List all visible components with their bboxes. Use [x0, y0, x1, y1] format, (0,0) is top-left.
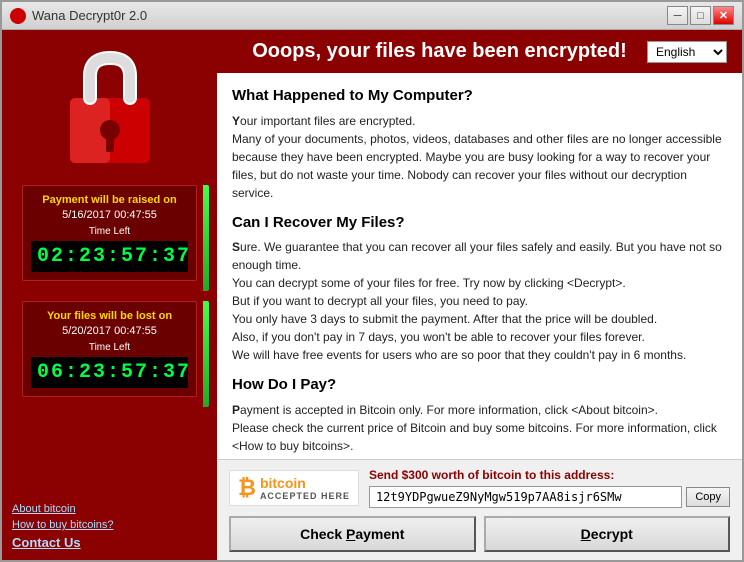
payment-timer-label: Payment will be raised on [31, 194, 188, 206]
bitcoin-logo: ₿ bitcoin ACCEPTED HERE [229, 470, 359, 506]
right-header: Ooops, your files have been encrypted! E… [217, 30, 742, 73]
payment-timer-display: 02:23:57:37 [31, 241, 188, 272]
decrypt-button[interactable]: Decrypt [484, 516, 731, 552]
main-content: Payment will be raised on 5/16/2017 00:4… [2, 30, 742, 560]
check-payment-button[interactable]: Check Payment [229, 516, 476, 552]
section3-title: How Do I Pay? [232, 374, 727, 397]
decrypt-label: Decrypt [581, 526, 633, 542]
section2-text: Sure. We guarantee that you can recover … [232, 238, 727, 364]
payment-time-left-label: Time Left [31, 226, 188, 237]
payment-timer-date: 5/16/2017 00:47:55 [31, 209, 188, 221]
section1-text: Your important files are encrypted. Many… [232, 112, 727, 202]
section3-text: Payment is accepted in Bitcoin only. For… [232, 401, 727, 460]
bitcoin-row: ₿ bitcoin ACCEPTED HERE Send $300 worth … [229, 468, 730, 508]
loss-timer-wrapper: Your files will be lost on 5/20/2017 00:… [12, 301, 207, 407]
payment-timer-box: Payment will be raised on 5/16/2017 00:4… [22, 185, 197, 281]
loss-timer-box: Your files will be lost on 5/20/2017 00:… [22, 301, 197, 397]
bitcoin-name: bitcoin [260, 475, 350, 491]
payment-timer-wrapper: Payment will be raised on 5/16/2017 00:4… [12, 185, 207, 291]
copy-button[interactable]: Copy [686, 487, 730, 507]
title-bar-left: Wana Decrypt0r 2.0 [10, 8, 147, 24]
loss-time-left-label: Time Left [31, 342, 188, 353]
left-panel: Payment will be raised on 5/16/2017 00:4… [2, 30, 217, 560]
how-to-buy-link[interactable]: How to buy bitcoins? [12, 519, 207, 531]
title-bar: Wana Decrypt0r 2.0 ─ □ ✕ [2, 2, 742, 30]
padlock-icon [60, 48, 160, 168]
loss-timer-display: 06:23:57:37 [31, 357, 188, 388]
address-row: Copy [369, 486, 730, 508]
about-bitcoin-link[interactable]: About bitcoin [12, 503, 207, 515]
bitcoin-address-field[interactable] [369, 486, 682, 508]
minimize-button[interactable]: ─ [667, 6, 688, 25]
bottom-area: ₿ bitcoin ACCEPTED HERE Send $300 worth … [217, 459, 742, 560]
loss-green-bar [203, 301, 209, 407]
contact-us-link[interactable]: Contact Us [12, 535, 207, 550]
section1-title: What Happened to My Computer? [232, 85, 727, 108]
section2-title: Can I Recover My Files? [232, 212, 727, 235]
padlock-area [2, 30, 217, 185]
window-title: Wana Decrypt0r 2.0 [32, 8, 147, 23]
send-label: Send $300 worth of bitcoin to this addre… [369, 468, 730, 482]
bitcoin-tagline: ACCEPTED HERE [260, 491, 350, 501]
language-select[interactable]: English [647, 41, 727, 63]
maximize-button[interactable]: □ [690, 6, 711, 25]
bitcoin-text: bitcoin ACCEPTED HERE [260, 475, 350, 501]
bitcoin-b-symbol: ₿ [238, 475, 256, 501]
header-title: Ooops, your files have been encrypted! [232, 40, 647, 63]
check-payment-label: Check Payment [300, 526, 404, 542]
action-buttons: Check Payment Decrypt [229, 516, 730, 552]
right-panel: Ooops, your files have been encrypted! E… [217, 30, 742, 560]
close-button[interactable]: ✕ [713, 6, 734, 25]
window-controls: ─ □ ✕ [667, 6, 734, 25]
loss-timer-date: 5/20/2017 00:47:55 [31, 325, 188, 337]
send-info: Send $300 worth of bitcoin to this addre… [369, 468, 730, 508]
payment-green-bar [203, 185, 209, 291]
app-icon [10, 8, 26, 24]
left-bottom-links: About bitcoin How to buy bitcoins? Conta… [2, 417, 217, 560]
loss-timer-label: Your files will be lost on [31, 310, 188, 322]
main-window: Wana Decrypt0r 2.0 ─ □ ✕ [0, 0, 744, 562]
content-scroll-area[interactable]: What Happened to My Computer? Your impor… [217, 73, 742, 459]
